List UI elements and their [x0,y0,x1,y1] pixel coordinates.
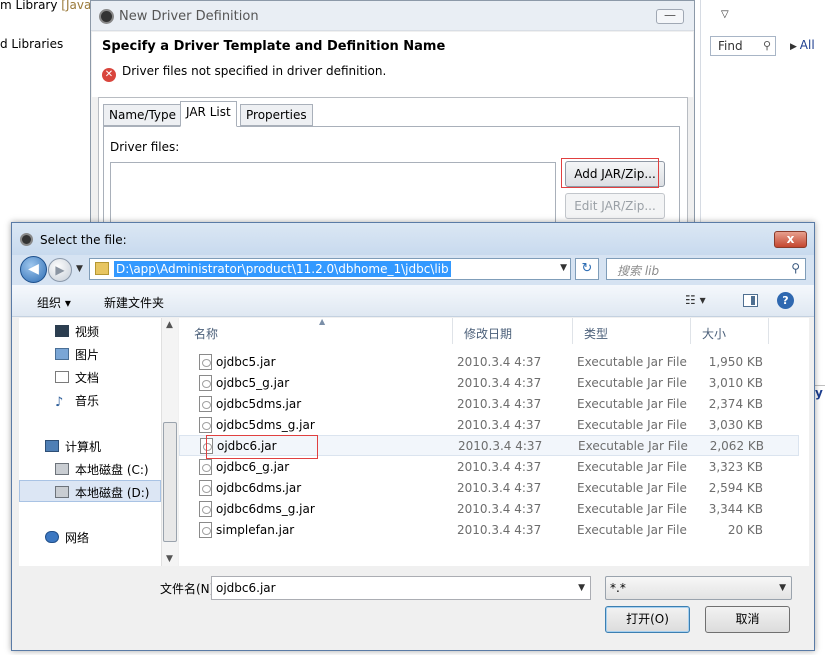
minimize-button[interactable]: — [656,9,684,24]
picture-icon [55,348,69,360]
nav-item-computer[interactable]: 计算机 [45,438,101,455]
computer-icon [45,440,59,452]
scroll-up-icon[interactable]: ▲ [166,320,173,330]
open-button[interactable]: 打开(O) [605,606,690,633]
drive-icon [55,486,69,498]
tab-jar-list[interactable]: JAR List [180,101,237,127]
select-file-title: Select the file: [40,233,127,247]
chevron-down-icon[interactable]: ▼ [560,263,567,273]
background-right-edge: y [815,385,825,445]
driver-dialog-heading: Specify a Driver Template and Definition… [102,39,446,54]
navigation-pane: 视频 图片 文档 ♪ 音乐 计算机 本地磁盘 (C:) 本地磁盘 (D:) 网络 [19,318,161,566]
jar-file-icon [199,417,212,433]
file-row[interactable]: ojdbc6dms.jar 2010.3.4 4:37 Executable Jar… [179,478,799,499]
highlight-selected-file [206,435,318,459]
driver-dialog-titlebar: New Driver Definition — [91,1,694,31]
back-arrow-icon[interactable]: ◀ [20,256,47,283]
tab-properties[interactable]: Properties [240,104,313,126]
driver-dialog-header: Specify a Driver Template and Definition… [92,32,693,97]
drive-icon [55,463,69,475]
navigation-bar: ◀ ▶ ▼ D:\app\Administrator\product\11.2.… [12,255,814,285]
error-message: ✕ Driver files not specified in driver de… [102,64,386,82]
file-row[interactable]: ojdbc5_g.jar 2010.3.4 4:37 Executable Jar … [179,373,799,394]
error-icon: ✕ [102,68,116,82]
sort-ascending-icon: ▲ [319,317,326,326]
library-item-jre[interactable]: m Library [JavaS [0,0,99,12]
jar-file-icon [199,459,212,475]
highlight-add-button [561,158,659,188]
select-file-dialog: Select the file: x ◀ ▶ ▼ D:\app\Administ… [11,222,815,651]
search-icon: ⚲ [762,39,771,52]
recent-locations-dropdown[interactable]: ▼ [76,264,83,274]
chevron-down-icon[interactable]: ▼ [779,583,786,593]
network-icon [45,531,59,543]
jar-file-icon [199,396,212,412]
command-toolbar: 组织 ▾ 新建文件夹 ☷ ▾ ? [12,285,814,317]
file-row[interactable]: ojdbc6_g.jar 2010.3.4 4:37 Executable Jar … [179,457,799,478]
jar-file-icon [199,375,212,391]
address-path: D:\app\Administrator\product\11.2.0\dbho… [114,261,451,277]
document-icon [55,371,69,383]
scroll-thumb[interactable] [163,422,177,542]
find-field[interactable]: Find ⚲ [710,36,776,56]
driver-files-label: Driver files: [110,140,180,154]
nav-item-pictures[interactable]: 图片 [55,346,99,363]
library-item-referenced[interactable]: d Libraries [0,37,63,51]
new-folder-button[interactable]: 新建文件夹 [104,294,164,311]
view-options-icon[interactable]: ☷ ▾ [685,293,706,307]
nav-item-drive-c[interactable]: 本地磁盘 (C:) [55,461,149,478]
help-icon[interactable]: ? [777,292,794,309]
scroll-down-icon[interactable]: ▼ [166,554,173,564]
forward-arrow-icon[interactable]: ▶ [48,258,72,282]
nav-item-network[interactable]: 网络 [45,529,89,546]
file-row[interactable]: ojdbc6dms_g.jar 2010.3.4 4:37 Executable J… [179,499,799,520]
eclipse-icon [20,233,33,246]
cancel-button[interactable]: 取消 [705,606,790,633]
jar-file-icon [199,522,212,538]
folder-icon [95,262,109,275]
address-bar[interactable]: D:\app\Administrator\product\11.2.0\dbho… [89,258,571,280]
filename-input[interactable]: ojdbc6.jar ▼ [211,576,591,600]
filename-label: 文件名(N): [160,582,219,596]
file-row[interactable]: ojdbc5dms_g.jar 2010.3.4 4:37 Executable J… [179,415,799,436]
column-header-type[interactable]: 类型 [573,318,691,344]
organize-button[interactable]: 组织 ▾ [37,294,71,311]
eclipse-icon [99,9,114,24]
file-list-pane: 名称 ▲ 修改日期 类型 大小 ojdbc5.jar 2010.3.4 4:37 Ex… [179,317,809,566]
file-row[interactable]: ojdbc5dms.jar 2010.3.4 4:37 Executable Jar… [179,394,799,415]
jar-file-icon [199,480,212,496]
nav-item-videos[interactable]: 视频 [55,323,99,340]
jar-file-icon [199,354,212,370]
background-left-panel: m Library [JavaS d Libraries [0,0,99,230]
view-menu-icon[interactable]: ▽ [721,9,729,20]
close-button[interactable]: x [774,231,807,248]
edit-jar-zip-button[interactable]: Edit JAR/Zip... [565,193,665,219]
all-link[interactable]: ▶ All [790,38,815,52]
search-icon: ⚲ [791,261,800,275]
refresh-icon[interactable]: ↻ [575,258,599,280]
column-header-size[interactable]: 大小 [691,318,769,344]
jar-file-icon [199,501,212,517]
filetype-select[interactable]: *.* ▼ [605,576,792,600]
preview-pane-icon[interactable] [743,294,758,307]
nav-item-documents[interactable]: 文档 [55,369,99,386]
file-row[interactable]: ojdbc5.jar 2010.3.4 4:37 Executable Jar Fi… [179,352,799,373]
select-file-titlebar: Select the file: x [12,223,814,255]
video-icon [55,325,69,337]
column-header-date[interactable]: 修改日期 [453,318,573,344]
background-right-panel: ▽ [700,0,825,230]
chevron-down-icon[interactable]: ▼ [578,583,585,593]
search-input[interactable]: 搜索 lib ⚲ [606,258,806,280]
driver-dialog-title: New Driver Definition [119,9,259,24]
music-icon: ♪ [55,395,64,410]
navigation-scrollbar[interactable]: ▲ ▼ [161,318,178,566]
column-header-name[interactable]: 名称 ▲ [183,317,453,344]
file-row[interactable]: simplefan.jar 2010.3.4 4:37 Executable Jar… [179,520,799,541]
driver-files-list[interactable] [110,162,556,230]
nav-item-music[interactable]: ♪ 音乐 [55,392,99,409]
tab-name-type[interactable]: Name/Type [103,104,183,126]
nav-item-drive-d[interactable]: 本地磁盘 (D:) [55,484,149,501]
